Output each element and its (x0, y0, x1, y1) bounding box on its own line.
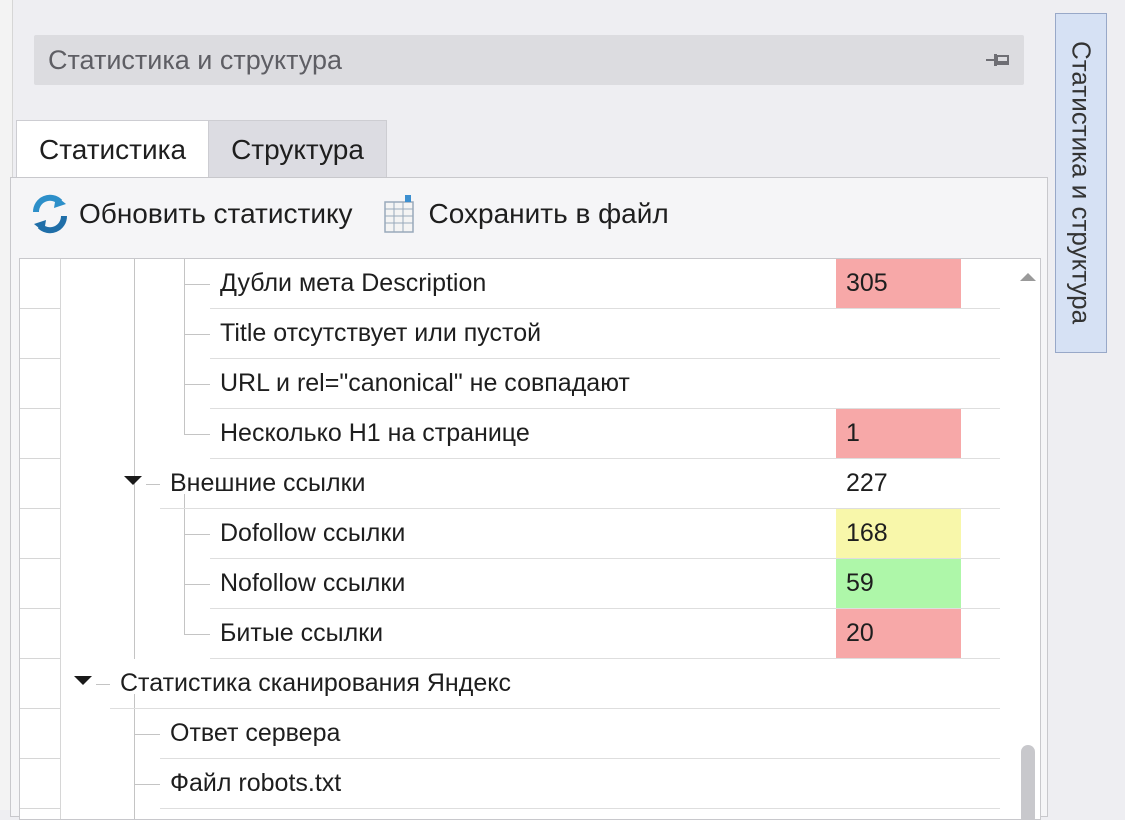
gutter-divider (20, 708, 60, 709)
gutter-divider (20, 558, 60, 559)
tab-structure[interactable]: Структура (208, 120, 387, 178)
tree-connector (134, 784, 160, 785)
gutter-divider (20, 358, 60, 359)
gutter-divider (20, 408, 60, 409)
tree-row[interactable]: Статистика сканирования Яндекс (110, 659, 1000, 709)
spreadsheet-icon (381, 194, 419, 234)
tree-row-value: 1 (836, 409, 961, 458)
tree-connector (134, 694, 135, 819)
tree-connector (184, 434, 210, 435)
panel-title: Статистика и структура (48, 44, 342, 75)
gutter-divider (20, 758, 60, 759)
tree-connector (146, 484, 160, 485)
tree-row[interactable]: Nofollow ссылки 59 (210, 559, 1000, 609)
gutter-divider (20, 658, 60, 659)
tree-row[interactable]: Файл robots.txt (160, 759, 1000, 809)
tree-row[interactable]: URL и rel="canonical" не совпадают (210, 359, 1000, 409)
tree-connector (184, 494, 185, 634)
toolbar: Обновить статистику Сохранить в файл (31, 194, 697, 234)
tree-connector (184, 384, 210, 385)
statistics-tree: Дубли мета Description 305 Title отсутст… (19, 258, 1041, 820)
tree-row[interactable]: Внешние ссылки 227 (160, 459, 1000, 509)
tab-content: Обновить статистику Сохранить в файл Дуб… (10, 177, 1048, 820)
tree-row-value: 168 (836, 509, 961, 558)
save-to-file-button[interactable]: Сохранить в файл (381, 194, 669, 234)
side-tab-label: Статистика и структура (1066, 41, 1097, 325)
tree-row-value: 305 (836, 259, 961, 308)
refresh-statistics-button[interactable]: Обновить статистику (31, 194, 353, 234)
refresh-icon (31, 194, 69, 234)
tree-row[interactable]: Ответ сервера (160, 709, 1000, 759)
collapse-arrow-icon[interactable] (74, 676, 92, 685)
save-to-file-label: Сохранить в файл (428, 198, 669, 229)
side-tab-statistics-structure[interactable]: Статистика и структура (1055, 13, 1107, 353)
tree-row[interactable]: Title отсутствует или пустой (210, 309, 1000, 359)
scroll-up-arrow-icon[interactable] (1020, 273, 1036, 281)
gutter-divider (20, 308, 60, 309)
vertical-scrollbar[interactable] (1018, 259, 1040, 819)
tree-row-value: 227 (846, 469, 888, 497)
tree-connector (134, 734, 160, 735)
tree-connector (184, 634, 210, 635)
panel-header: Статистика и структура (34, 35, 1024, 85)
tree-row-value (836, 309, 961, 358)
tree-connector (134, 259, 135, 659)
tree-connector (184, 259, 185, 434)
tab-structure-label: Структура (231, 133, 364, 165)
tree-row-value (836, 359, 961, 408)
tree-connector (184, 534, 210, 535)
tab-statistics-label: Статистика (39, 134, 187, 165)
tree-row-label: Статистика сканирования Яндекс (120, 669, 511, 697)
tree-row[interactable]: Битые ссылки 20 (210, 609, 1000, 659)
gutter-divider (20, 808, 60, 809)
gutter-divider (20, 608, 60, 609)
tree-row[interactable]: Несколько H1 на странице 1 (210, 409, 1000, 459)
gutter-divider (20, 508, 60, 509)
tree-row-label: Ответ сервера (170, 719, 341, 747)
collapse-arrow-icon[interactable] (124, 476, 142, 485)
tree-connector (184, 584, 210, 585)
gutter-divider (20, 458, 60, 459)
tab-strip: Статистика Структура (16, 120, 387, 179)
tree-row-value: 20 (836, 609, 961, 658)
tree-row[interactable]: Дубли мета Description 305 (210, 259, 1000, 309)
tree-row-label: Файл robots.txt (170, 769, 342, 797)
tree-connector (96, 684, 110, 685)
tree-connector (184, 334, 210, 335)
tree-row[interactable]: Dofollow ссылки 168 (210, 509, 1000, 559)
pin-icon[interactable] (986, 51, 1010, 69)
tree-connector (184, 284, 210, 285)
refresh-statistics-label: Обновить статистику (79, 198, 353, 229)
scrollbar-thumb[interactable] (1021, 745, 1035, 819)
tree-gutter (20, 259, 61, 819)
tree-row-value: 59 (836, 559, 961, 608)
tab-statistics[interactable]: Статистика (16, 120, 210, 179)
